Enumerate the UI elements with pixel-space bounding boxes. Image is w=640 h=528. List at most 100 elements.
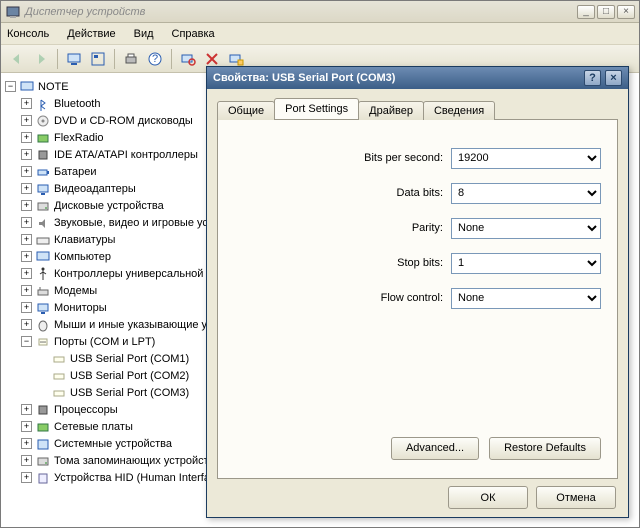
tree-item-label: Видеоадаптеры	[54, 183, 136, 195]
computer-icon	[35, 249, 51, 265]
serial-icon	[51, 351, 67, 367]
expand-icon[interactable]: +	[21, 455, 32, 466]
help-icon[interactable]: ?	[143, 47, 167, 71]
collapse-icon[interactable]: −	[21, 336, 32, 347]
close-button[interactable]: ×	[617, 5, 635, 19]
tree-item-label: Мониторы	[54, 302, 107, 314]
tree-item-label: Bluetooth	[54, 98, 100, 110]
tree-item-label: Компьютер	[54, 251, 111, 263]
dialog-help-button[interactable]: ?	[584, 70, 601, 86]
tab-port-settings[interactable]: Port Settings	[274, 98, 359, 119]
parity-select[interactable]: None	[451, 218, 601, 239]
expand-icon[interactable]: +	[21, 217, 32, 228]
stopbits-label: Stop bits:	[397, 257, 443, 269]
modem-icon	[35, 283, 51, 299]
restore-defaults-button[interactable]: Restore Defaults	[489, 437, 601, 460]
parity-label: Parity:	[412, 222, 443, 234]
expand-icon[interactable]: +	[21, 200, 32, 211]
menubar: Консоль Действие Вид Справка	[1, 23, 639, 45]
collapse-icon[interactable]: −	[5, 81, 16, 92]
battery-icon	[35, 164, 51, 180]
tab-details[interactable]: Сведения	[423, 101, 495, 120]
titlebar: Диспетчер устройств _ □ ×	[1, 1, 639, 23]
tree-item-label: IDE ATA/ATAPI контроллеры	[54, 149, 198, 161]
computer-icon	[19, 79, 35, 95]
tab-strip: Общие Port Settings Драйвер Сведения	[217, 97, 618, 119]
tab-driver[interactable]: Драйвер	[358, 101, 424, 120]
advanced-button[interactable]: Advanced...	[391, 437, 479, 460]
separator-icon	[171, 49, 172, 69]
tree-item-label: Порты (COM и LPT)	[54, 336, 155, 348]
port-icon	[35, 334, 51, 350]
flowcontrol-label: Flow control:	[381, 292, 443, 304]
expand-icon[interactable]: +	[21, 421, 32, 432]
back-button[interactable]	[5, 47, 29, 71]
port-settings-panel: Bits per second: 19200 Data bits: 8 Pari…	[217, 119, 618, 479]
device-tree[interactable]: − NOTE +Bluetooth+DVD и CD-ROM дисководы…	[1, 74, 241, 527]
drive-icon	[35, 453, 51, 469]
serial-icon	[51, 385, 67, 401]
menu-help[interactable]: Справка	[172, 28, 215, 40]
svg-text:?: ?	[152, 53, 158, 65]
menu-console[interactable]: Консоль	[7, 28, 49, 40]
menu-action[interactable]: Действие	[67, 28, 115, 40]
chip-icon	[35, 402, 51, 418]
expand-icon[interactable]: +	[21, 302, 32, 313]
stopbits-select[interactable]: 1	[451, 253, 601, 274]
tree-item-label: FlexRadio	[54, 132, 104, 144]
sound-icon	[35, 215, 51, 231]
tree-item-label: Батареи	[54, 166, 97, 178]
keyboard-icon	[35, 232, 51, 248]
maximize-button[interactable]: □	[597, 5, 615, 19]
expand-icon[interactable]: +	[21, 98, 32, 109]
flowcontrol-select[interactable]: None	[451, 288, 601, 309]
card-icon	[35, 419, 51, 435]
minimize-button[interactable]: _	[577, 5, 595, 19]
tree-item-label: Дисковые устройства	[54, 200, 164, 212]
serial-icon	[51, 368, 67, 384]
expand-icon[interactable]: +	[21, 132, 32, 143]
bps-select[interactable]: 19200	[451, 148, 601, 169]
tree-item-label: USB Serial Port (COM1)	[70, 353, 189, 365]
expand-icon[interactable]: +	[21, 285, 32, 296]
window-title: Диспетчер устройств	[25, 6, 577, 18]
tree-item-label: Модемы	[54, 285, 97, 297]
expand-icon[interactable]: +	[21, 166, 32, 177]
expand-icon[interactable]: +	[21, 438, 32, 449]
app-icon	[5, 4, 21, 20]
drive-icon	[35, 198, 51, 214]
print-icon[interactable]	[119, 47, 143, 71]
menu-view[interactable]: Вид	[134, 28, 154, 40]
bluetooth-icon	[35, 96, 51, 112]
forward-button[interactable]	[29, 47, 53, 71]
tree-item-label: USB Serial Port (COM2)	[70, 370, 189, 382]
expand-icon[interactable]: +	[21, 234, 32, 245]
dialog-close-button[interactable]: ×	[605, 70, 622, 86]
scan-hardware-icon[interactable]	[176, 47, 200, 71]
ok-button[interactable]: ОК	[448, 486, 528, 509]
mouse-icon	[35, 317, 51, 333]
tree-item-label: USB Serial Port (COM3)	[70, 387, 189, 399]
tab-general[interactable]: Общие	[217, 101, 275, 120]
expand-icon[interactable]: +	[21, 115, 32, 126]
expand-icon[interactable]: +	[21, 183, 32, 194]
system-icon	[35, 436, 51, 452]
expand-icon[interactable]: +	[21, 319, 32, 330]
monitor-icon	[35, 181, 51, 197]
tree-root[interactable]: − NOTE	[5, 78, 239, 95]
dialog-footer: ОК Отмена	[207, 479, 628, 517]
expand-icon[interactable]: +	[21, 251, 32, 262]
databits-select[interactable]: 8	[451, 183, 601, 204]
disc-icon	[35, 113, 51, 129]
computer-icon[interactable]	[62, 47, 86, 71]
expand-icon[interactable]: +	[21, 404, 32, 415]
usb-icon	[35, 266, 51, 282]
expand-icon[interactable]: +	[21, 268, 32, 279]
properties-dialog: Свойства: USB Serial Port (COM3) ? × Общ…	[206, 66, 629, 518]
expand-icon[interactable]: +	[21, 149, 32, 160]
expand-icon[interactable]: +	[21, 472, 32, 483]
cancel-button[interactable]: Отмена	[536, 486, 616, 509]
properties-icon[interactable]	[86, 47, 110, 71]
monitor-icon	[35, 300, 51, 316]
tree-item-label: Процессоры	[54, 404, 118, 416]
